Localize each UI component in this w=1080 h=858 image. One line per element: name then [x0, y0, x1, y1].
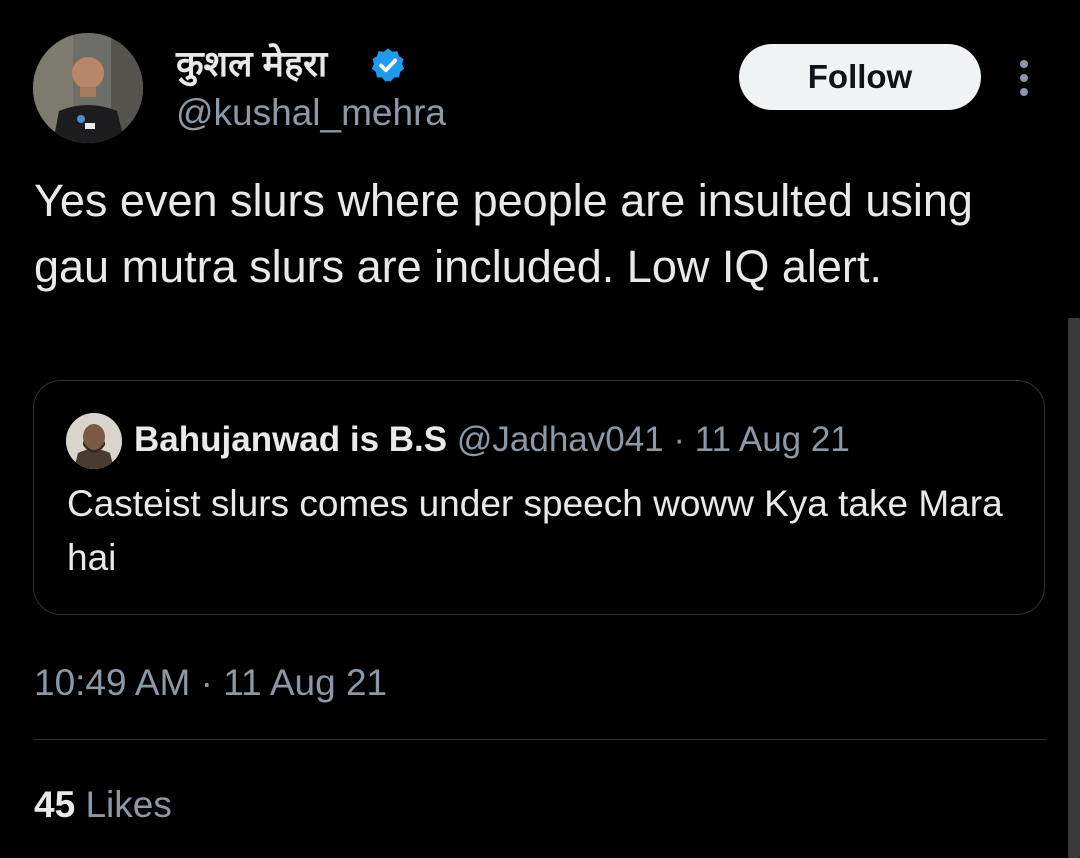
- quoted-author-name: Bahujanwad is B.S: [134, 420, 448, 459]
- divider: [33, 739, 1047, 740]
- tweet-detail: कुशल मेहरा @kushal_mehra Follow Yes even…: [0, 0, 1080, 858]
- quoted-author-meta: @Jadhav041 · 11 Aug 21: [456, 420, 850, 459]
- scrollbar[interactable]: [1068, 318, 1080, 858]
- quoted-author-avatar-image: [66, 413, 122, 469]
- verified-badge-icon: [371, 48, 405, 82]
- follow-button[interactable]: Follow: [739, 44, 981, 110]
- more-vertical-icon[interactable]: [1008, 56, 1040, 100]
- author-display-name[interactable]: कुशल मेहरा: [176, 40, 327, 88]
- quoted-tweet-card[interactable]: Bahujanwad is B.S @Jadhav041 · 11 Aug 21…: [33, 380, 1045, 615]
- likes-stat[interactable]: 45 Likes: [34, 780, 172, 830]
- quoted-tweet-header: Bahujanwad is B.S @Jadhav041 · 11 Aug 21: [134, 417, 850, 463]
- tweet-timestamp[interactable]: 10:49 AM · 11 Aug 21: [34, 658, 387, 708]
- author-handle[interactable]: @kushal_mehra: [176, 90, 446, 136]
- author-avatar[interactable]: [33, 33, 143, 143]
- quoted-author-avatar: [66, 413, 122, 469]
- likes-label: Likes: [85, 784, 172, 825]
- quoted-tweet-text: Casteist slurs comes under speech woww K…: [67, 483, 1003, 578]
- author-avatar-image: [33, 33, 143, 143]
- tweet-text: Yes even slurs where people are insulted…: [34, 175, 973, 292]
- likes-count: 45: [34, 784, 76, 825]
